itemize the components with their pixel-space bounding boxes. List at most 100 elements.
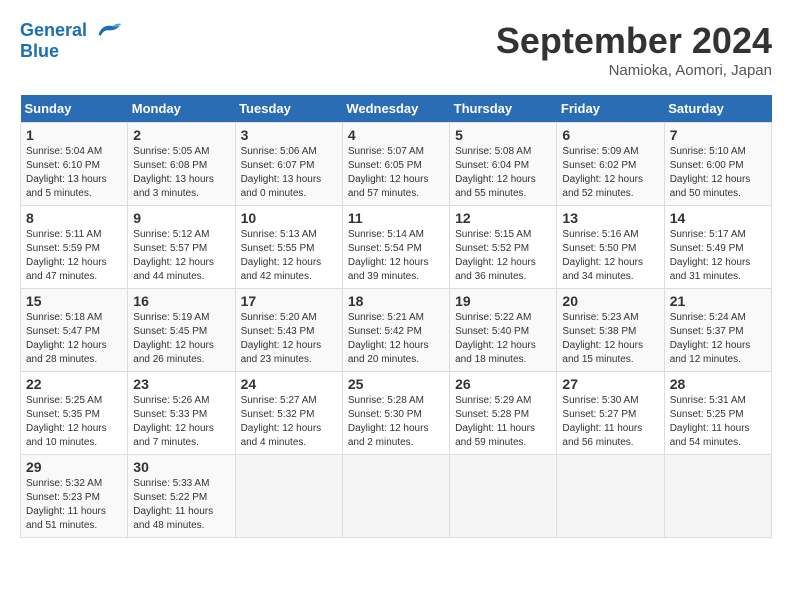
table-row (235, 455, 342, 538)
table-row: 22 Sunrise: 5:25 AM Sunset: 5:35 PM Dayl… (21, 372, 128, 455)
day-number: 18 (348, 293, 444, 309)
header-row: Sunday Monday Tuesday Wednesday Thursday… (21, 95, 772, 123)
day-info: Sunrise: 5:23 AM Sunset: 5:38 PM Dayligh… (562, 311, 658, 367)
table-row: 29 Sunrise: 5:32 AM Sunset: 5:23 PM Dayl… (21, 455, 128, 538)
day-info: Sunrise: 5:07 AM Sunset: 6:05 PM Dayligh… (348, 145, 444, 201)
table-row: 9 Sunrise: 5:12 AM Sunset: 5:57 PM Dayli… (128, 206, 235, 289)
header-sunday: Sunday (21, 95, 128, 123)
table-row: 30 Sunrise: 5:33 AM Sunset: 5:22 PM Dayl… (128, 455, 235, 538)
day-number: 19 (455, 293, 551, 309)
day-number: 1 (26, 127, 122, 143)
table-row: 6 Sunrise: 5:09 AM Sunset: 6:02 PM Dayli… (557, 123, 664, 206)
day-info: Sunrise: 5:09 AM Sunset: 6:02 PM Dayligh… (562, 145, 658, 201)
month-title: September 2024 (496, 20, 772, 62)
day-info: Sunrise: 5:28 AM Sunset: 5:30 PM Dayligh… (348, 394, 444, 450)
logo-text: General (20, 20, 123, 42)
day-number: 27 (562, 376, 658, 392)
table-row (342, 455, 449, 538)
day-number: 13 (562, 210, 658, 226)
day-info: Sunrise: 5:31 AM Sunset: 5:25 PM Dayligh… (670, 394, 766, 450)
header-wednesday: Wednesday (342, 95, 449, 123)
day-info: Sunrise: 5:16 AM Sunset: 5:50 PM Dayligh… (562, 228, 658, 284)
table-row: 1 Sunrise: 5:04 AM Sunset: 6:10 PM Dayli… (21, 123, 128, 206)
header-saturday: Saturday (664, 95, 771, 123)
table-row: 27 Sunrise: 5:30 AM Sunset: 5:27 PM Dayl… (557, 372, 664, 455)
table-row: 15 Sunrise: 5:18 AM Sunset: 5:47 PM Dayl… (21, 289, 128, 372)
table-row: 24 Sunrise: 5:27 AM Sunset: 5:32 PM Dayl… (235, 372, 342, 455)
week-row-0: 1 Sunrise: 5:04 AM Sunset: 6:10 PM Dayli… (21, 123, 772, 206)
day-number: 2 (133, 127, 229, 143)
week-row-3: 22 Sunrise: 5:25 AM Sunset: 5:35 PM Dayl… (21, 372, 772, 455)
table-row: 17 Sunrise: 5:20 AM Sunset: 5:43 PM Dayl… (235, 289, 342, 372)
day-info: Sunrise: 5:05 AM Sunset: 6:08 PM Dayligh… (133, 145, 229, 201)
day-number: 14 (670, 210, 766, 226)
table-row: 21 Sunrise: 5:24 AM Sunset: 5:37 PM Dayl… (664, 289, 771, 372)
day-info: Sunrise: 5:08 AM Sunset: 6:04 PM Dayligh… (455, 145, 551, 201)
day-number: 28 (670, 376, 766, 392)
day-number: 15 (26, 293, 122, 309)
week-row-2: 15 Sunrise: 5:18 AM Sunset: 5:47 PM Dayl… (21, 289, 772, 372)
day-number: 26 (455, 376, 551, 392)
table-row: 5 Sunrise: 5:08 AM Sunset: 6:04 PM Dayli… (450, 123, 557, 206)
day-number: 9 (133, 210, 229, 226)
table-row: 19 Sunrise: 5:22 AM Sunset: 5:40 PM Dayl… (450, 289, 557, 372)
day-info: Sunrise: 5:06 AM Sunset: 6:07 PM Dayligh… (241, 145, 337, 201)
day-info: Sunrise: 5:20 AM Sunset: 5:43 PM Dayligh… (241, 311, 337, 367)
day-info: Sunrise: 5:27 AM Sunset: 5:32 PM Dayligh… (241, 394, 337, 450)
day-info: Sunrise: 5:32 AM Sunset: 5:23 PM Dayligh… (26, 477, 122, 533)
day-number: 22 (26, 376, 122, 392)
day-info: Sunrise: 5:04 AM Sunset: 6:10 PM Dayligh… (26, 145, 122, 201)
day-info: Sunrise: 5:25 AM Sunset: 5:35 PM Dayligh… (26, 394, 122, 450)
day-number: 3 (241, 127, 337, 143)
day-info: Sunrise: 5:33 AM Sunset: 5:22 PM Dayligh… (133, 477, 229, 533)
day-number: 21 (670, 293, 766, 309)
day-info: Sunrise: 5:15 AM Sunset: 5:52 PM Dayligh… (455, 228, 551, 284)
table-row: 7 Sunrise: 5:10 AM Sunset: 6:00 PM Dayli… (664, 123, 771, 206)
day-number: 24 (241, 376, 337, 392)
day-number: 7 (670, 127, 766, 143)
day-info: Sunrise: 5:30 AM Sunset: 5:27 PM Dayligh… (562, 394, 658, 450)
table-row: 11 Sunrise: 5:14 AM Sunset: 5:54 PM Dayl… (342, 206, 449, 289)
table-row: 8 Sunrise: 5:11 AM Sunset: 5:59 PM Dayli… (21, 206, 128, 289)
day-number: 30 (133, 459, 229, 475)
table-row (450, 455, 557, 538)
week-row-1: 8 Sunrise: 5:11 AM Sunset: 5:59 PM Dayli… (21, 206, 772, 289)
table-row: 14 Sunrise: 5:17 AM Sunset: 5:49 PM Dayl… (664, 206, 771, 289)
header-monday: Monday (128, 95, 235, 123)
table-row: 16 Sunrise: 5:19 AM Sunset: 5:45 PM Dayl… (128, 289, 235, 372)
day-number: 20 (562, 293, 658, 309)
table-row: 26 Sunrise: 5:29 AM Sunset: 5:28 PM Dayl… (450, 372, 557, 455)
day-info: Sunrise: 5:13 AM Sunset: 5:55 PM Dayligh… (241, 228, 337, 284)
day-info: Sunrise: 5:26 AM Sunset: 5:33 PM Dayligh… (133, 394, 229, 450)
day-number: 23 (133, 376, 229, 392)
day-number: 8 (26, 210, 122, 226)
table-row: 18 Sunrise: 5:21 AM Sunset: 5:42 PM Dayl… (342, 289, 449, 372)
location: Namioka, Aomori, Japan (496, 62, 772, 79)
table-row: 12 Sunrise: 5:15 AM Sunset: 5:52 PM Dayl… (450, 206, 557, 289)
table-row: 28 Sunrise: 5:31 AM Sunset: 5:25 PM Dayl… (664, 372, 771, 455)
table-row: 13 Sunrise: 5:16 AM Sunset: 5:50 PM Dayl… (557, 206, 664, 289)
day-number: 16 (133, 293, 229, 309)
day-info: Sunrise: 5:12 AM Sunset: 5:57 PM Dayligh… (133, 228, 229, 284)
day-info: Sunrise: 5:11 AM Sunset: 5:59 PM Dayligh… (26, 228, 122, 284)
day-info: Sunrise: 5:21 AM Sunset: 5:42 PM Dayligh… (348, 311, 444, 367)
day-info: Sunrise: 5:10 AM Sunset: 6:00 PM Dayligh… (670, 145, 766, 201)
day-info: Sunrise: 5:18 AM Sunset: 5:47 PM Dayligh… (26, 311, 122, 367)
day-number: 10 (241, 210, 337, 226)
logo-text2: Blue (20, 42, 123, 62)
calendar-table: Sunday Monday Tuesday Wednesday Thursday… (20, 95, 772, 538)
day-number: 25 (348, 376, 444, 392)
header-thursday: Thursday (450, 95, 557, 123)
day-info: Sunrise: 5:14 AM Sunset: 5:54 PM Dayligh… (348, 228, 444, 284)
table-row: 25 Sunrise: 5:28 AM Sunset: 5:30 PM Dayl… (342, 372, 449, 455)
header-friday: Friday (557, 95, 664, 123)
day-info: Sunrise: 5:29 AM Sunset: 5:28 PM Dayligh… (455, 394, 551, 450)
table-row: 3 Sunrise: 5:06 AM Sunset: 6:07 PM Dayli… (235, 123, 342, 206)
table-row: 2 Sunrise: 5:05 AM Sunset: 6:08 PM Dayli… (128, 123, 235, 206)
day-info: Sunrise: 5:22 AM Sunset: 5:40 PM Dayligh… (455, 311, 551, 367)
table-row: 10 Sunrise: 5:13 AM Sunset: 5:55 PM Dayl… (235, 206, 342, 289)
table-row (664, 455, 771, 538)
day-info: Sunrise: 5:24 AM Sunset: 5:37 PM Dayligh… (670, 311, 766, 367)
day-number: 29 (26, 459, 122, 475)
day-info: Sunrise: 5:17 AM Sunset: 5:49 PM Dayligh… (670, 228, 766, 284)
